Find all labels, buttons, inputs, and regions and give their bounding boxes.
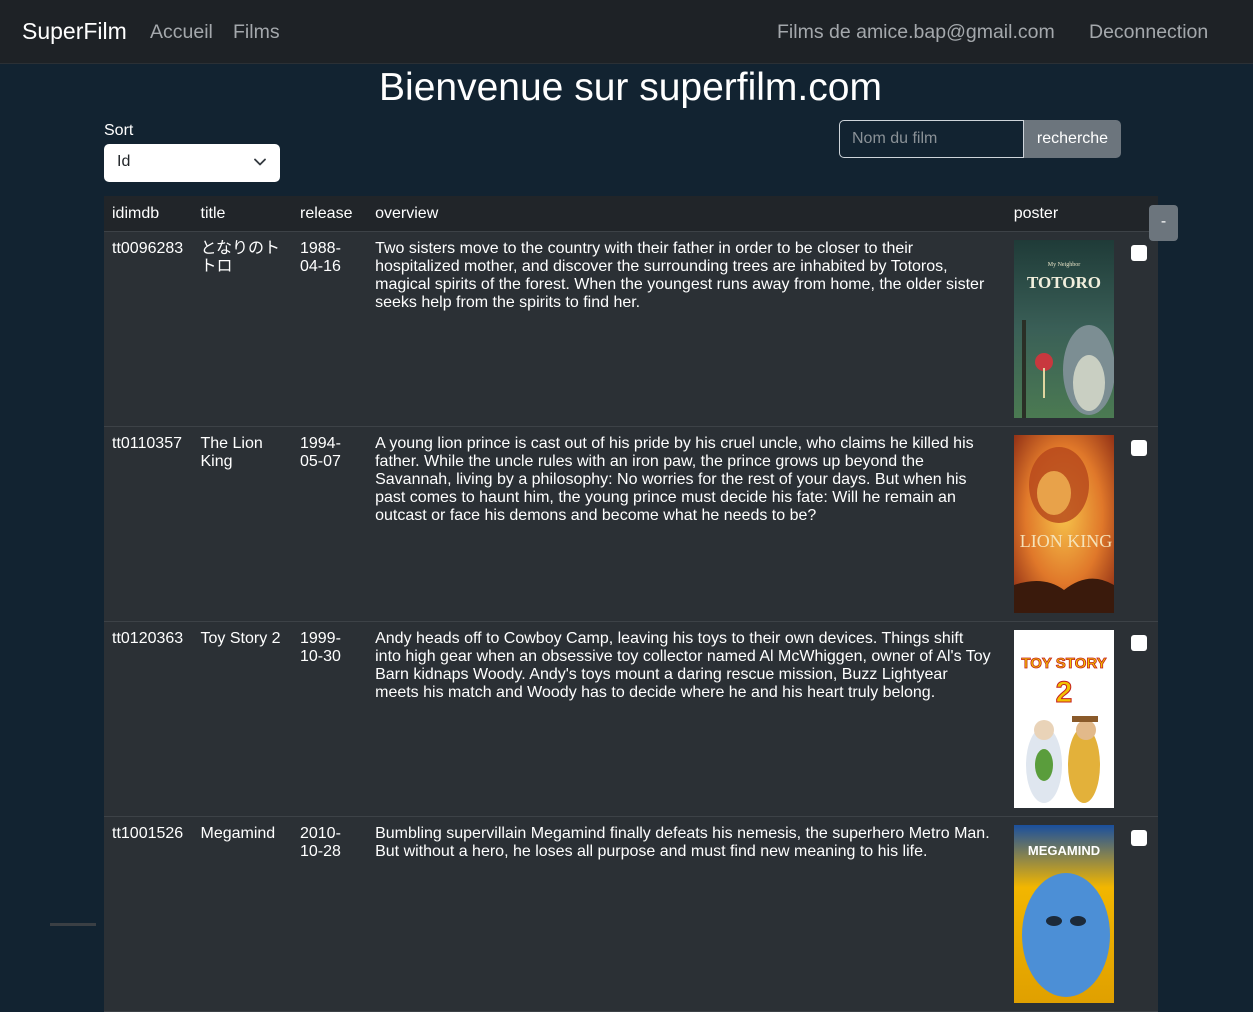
nav-films-link[interactable]: Films	[233, 21, 280, 44]
cell-poster: My Neighbor TOTORO	[1005, 231, 1124, 427]
cell-idimdb: tt0120363	[104, 621, 193, 817]
cell-title: となりのトトロ	[192, 231, 292, 427]
remove-selected-button[interactable]: -	[1149, 205, 1178, 241]
cell-poster: MEGAMIND	[1005, 816, 1124, 1012]
nav-user-films-link[interactable]: Films de amice.bap@gmail.com	[777, 21, 1055, 44]
page-title: Bienvenue sur superfilm.com	[379, 66, 882, 109]
nav-logout-link[interactable]: Deconnection	[1089, 21, 1208, 44]
cell-overview: Bumbling supervillain Megamind finally d…	[367, 816, 1006, 1012]
header-idimdb: idimdb	[104, 196, 193, 232]
chevron-down-icon	[254, 158, 266, 166]
table-row: tt0096283 となりのトトロ 1988-04-16 Two sisters…	[104, 231, 1158, 427]
header-poster: poster	[1005, 196, 1124, 232]
cell-select	[1123, 816, 1158, 1012]
poster-text: LION KING	[1019, 531, 1111, 551]
cell-title: Megamind	[192, 816, 292, 1012]
search-input[interactable]	[839, 120, 1024, 158]
cell-release: 2010-10-28	[291, 816, 368, 1012]
poster-image: My Neighbor TOTORO	[1013, 240, 1114, 418]
poster-subtext: My Neighbor	[1047, 262, 1080, 268]
table-row: tt0110357 The Lion King 1994-05-07 A you…	[104, 426, 1158, 622]
poster-text: TOTORO	[1027, 273, 1101, 292]
sort-selected-value: Id	[117, 153, 131, 170]
header-title: title	[192, 196, 292, 232]
cell-title: The Lion King	[192, 426, 292, 622]
cell-overview: A young lion prince is cast out of his p…	[367, 426, 1006, 622]
cell-overview: Two sisters move to the country with the…	[367, 231, 1006, 427]
search-button[interactable]: recherche	[1024, 120, 1121, 158]
nav-accueil-link[interactable]: Accueil	[150, 21, 213, 44]
row-checkbox[interactable]	[1131, 830, 1148, 846]
table-header-row: idimdb title release overview poster	[104, 196, 1158, 232]
movies-table: idimdb title release overview poster tt0…	[104, 196, 1158, 1012]
poster-text: MEGAMIND	[1028, 843, 1100, 858]
row-checkbox[interactable]	[1131, 245, 1148, 261]
cell-release: 1999-10-30	[291, 621, 368, 817]
table-row: tt0120363 Toy Story 2 1999-10-30 Andy he…	[104, 621, 1158, 817]
header-release: release	[291, 196, 368, 232]
cell-idimdb: tt0096283	[104, 231, 193, 427]
navbar: SuperFilm Accueil Films Films de amice.b…	[0, 0, 1253, 64]
header-overview: overview	[367, 196, 1006, 232]
cell-idimdb: tt1001526	[104, 816, 193, 1012]
poster-image: TOY STORY 2	[1013, 630, 1114, 808]
brand-link[interactable]: SuperFilm	[22, 18, 127, 45]
row-checkbox[interactable]	[1131, 635, 1148, 651]
poster-text: TOY STORY	[1021, 655, 1106, 672]
table-row: tt1001526 Megamind 2010-10-28 Bumbling s…	[104, 816, 1158, 1012]
cell-title: Toy Story 2	[192, 621, 292, 817]
cell-select	[1123, 426, 1158, 622]
cell-idimdb: tt0110357	[104, 426, 193, 622]
poster-image: MEGAMIND	[1013, 825, 1114, 1003]
cell-overview: Andy heads off to Cowboy Camp, leaving h…	[367, 621, 1006, 817]
cell-select	[1123, 231, 1158, 427]
poster-subtext: 2	[1055, 676, 1072, 709]
cell-poster: LION KING	[1005, 426, 1124, 622]
cell-poster: TOY STORY 2	[1005, 621, 1124, 817]
cell-select	[1123, 621, 1158, 817]
cell-release: 1994-05-07	[291, 426, 368, 622]
sort-select[interactable]: Id	[104, 144, 280, 182]
sort-label: Sort	[104, 122, 134, 139]
poster-image: LION KING	[1013, 435, 1114, 613]
row-checkbox[interactable]	[1131, 440, 1148, 456]
cell-release: 1988-04-16	[291, 231, 368, 427]
